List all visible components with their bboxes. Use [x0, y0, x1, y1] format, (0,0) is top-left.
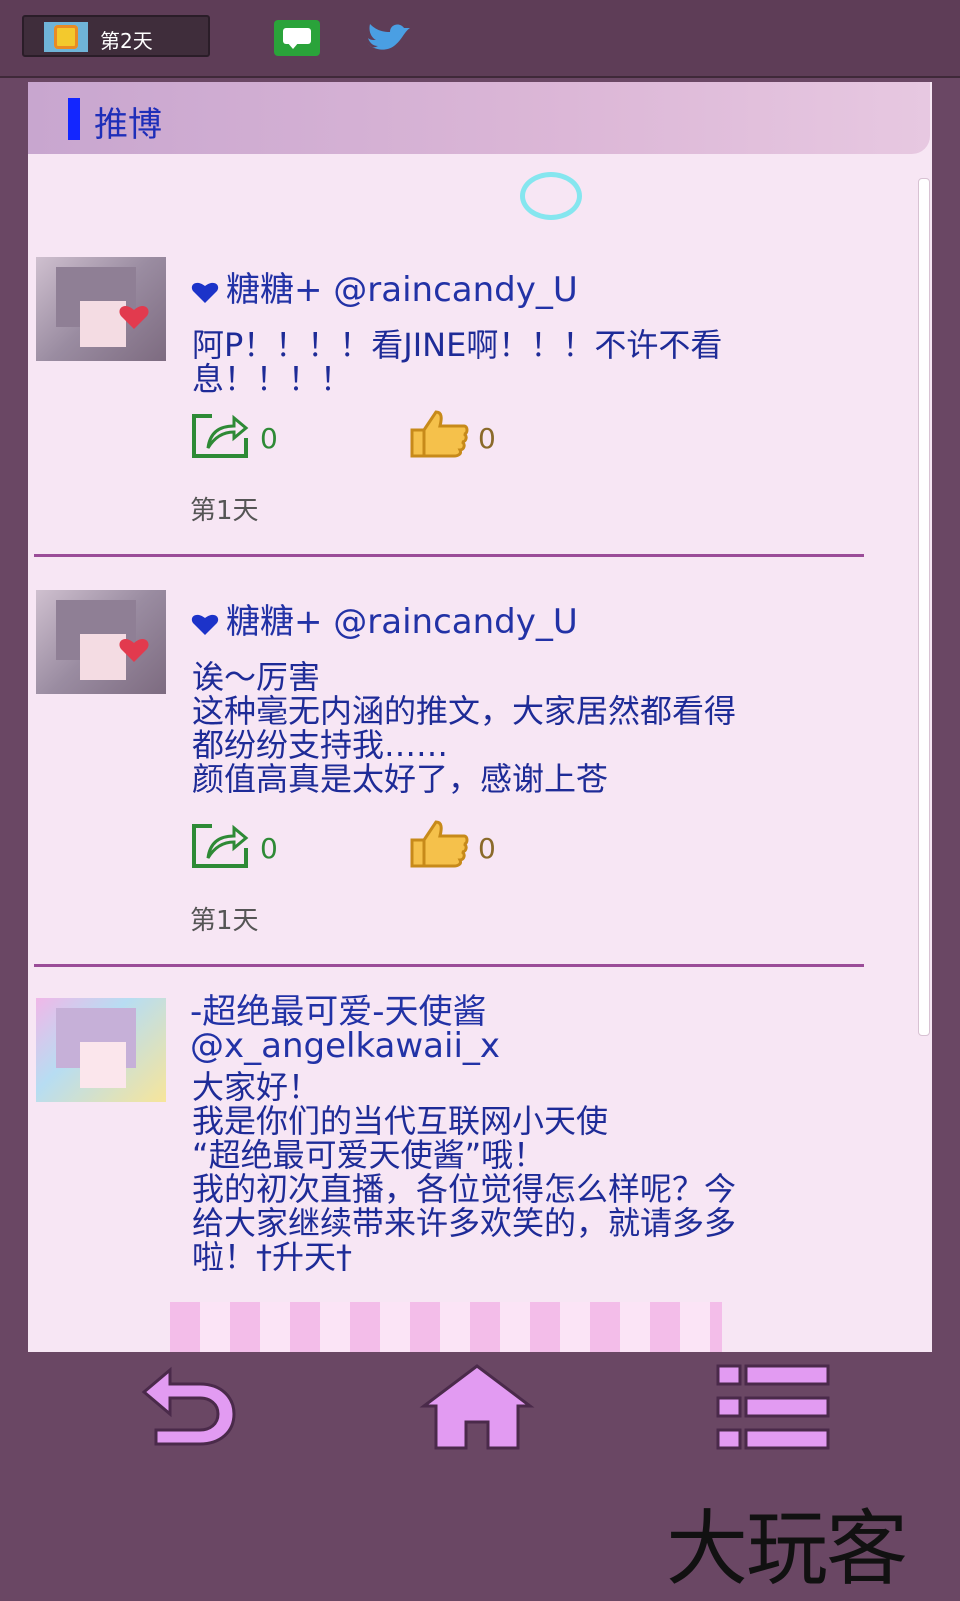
post-divider	[34, 554, 864, 557]
avatar[interactable]	[36, 590, 166, 694]
sun-icon	[44, 22, 88, 52]
watermark: 大玩客	[666, 1502, 908, 1597]
menu-icon[interactable]	[716, 1362, 832, 1452]
like-icon[interactable]	[408, 408, 470, 460]
post-author[interactable]: 糖糖+ @raincandy_U	[190, 262, 578, 311]
bird-icon[interactable]	[364, 20, 414, 60]
day-badge: 第2天	[22, 15, 210, 57]
post-timestamp: 第1天	[190, 906, 259, 936]
post-author-name: 糖糖+ @raincandy_U	[226, 270, 578, 310]
post-image[interactable]	[170, 1302, 722, 1352]
post-author-handle-text: @x_angelkawaii_x	[190, 1026, 501, 1066]
bottom-nav: 大玩客	[0, 1352, 960, 1600]
like-icon[interactable]	[408, 818, 470, 870]
top-bar: 第2天	[0, 0, 960, 78]
avatar[interactable]	[36, 257, 166, 361]
post-author[interactable]: 糖糖+ @raincandy_U	[190, 594, 578, 643]
heart-icon	[191, 282, 219, 303]
share-icon[interactable]	[190, 412, 250, 460]
avatar[interactable]	[36, 998, 166, 1102]
heart-icon	[191, 614, 219, 635]
post-text: 诶～厉害 这种毫无内涵的推文，大家居然都看得 都纷纷支持我…… 颜值高真是太好了…	[192, 660, 737, 798]
loading-spinner-icon	[520, 172, 582, 220]
feed-scrollbar[interactable]	[918, 178, 930, 1036]
feed-panel: 推博 糖糖+ @raincandy_U 阿P！！！！看JINE啊！！！不许不看 …	[28, 82, 932, 1352]
jine-icon[interactable]	[274, 20, 320, 56]
share-icon[interactable]	[190, 822, 250, 870]
back-icon[interactable]	[130, 1362, 242, 1452]
home-icon[interactable]	[418, 1362, 536, 1452]
like-count: 0	[478, 832, 496, 865]
post-text: 大家好！ 我是你们的当代互联网小天使 “超绝最可爱天使酱”哦！ 我的初次直播，各…	[192, 1070, 737, 1276]
like-count: 0	[478, 422, 496, 455]
day-label: 第2天	[100, 29, 153, 53]
post-timestamp: 第1天	[190, 496, 259, 526]
share-count: 0	[260, 832, 278, 865]
post-text: 阿P！！！！看JINE啊！！！不许不看 息！！！！	[192, 328, 723, 398]
post-author-name: 糖糖+ @raincandy_U	[226, 602, 578, 642]
post-divider	[34, 964, 864, 967]
share-count: 0	[260, 422, 278, 455]
section-header: 推博	[28, 82, 930, 154]
post-author-handle[interactable]: @x_angelkawaii_x	[190, 1026, 500, 1066]
header-accent-bar	[68, 98, 80, 140]
section-title: 推博	[94, 105, 162, 145]
